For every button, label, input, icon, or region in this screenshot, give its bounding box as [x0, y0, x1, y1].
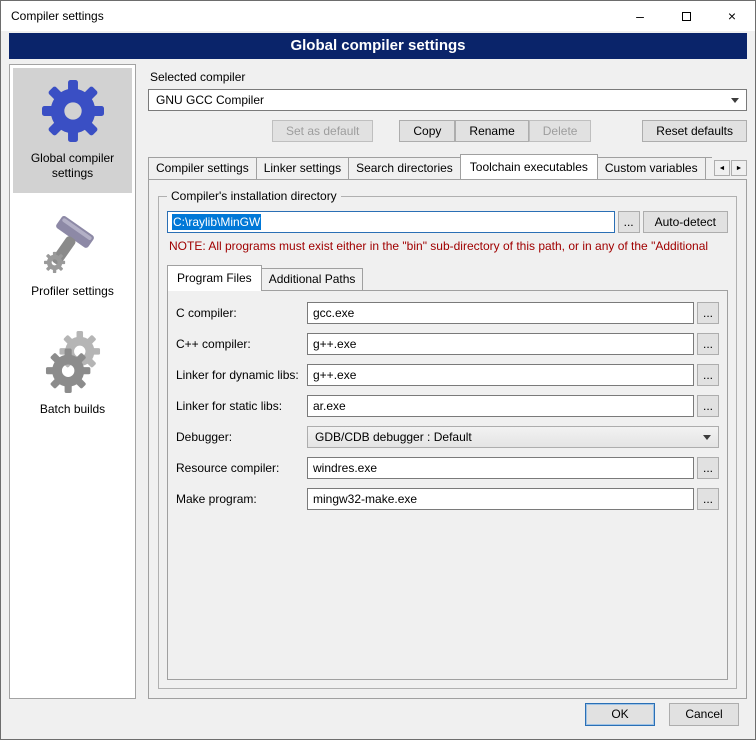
tab-linker-settings[interactable]: Linker settings: [256, 157, 349, 179]
maximize-icon: [682, 12, 691, 21]
maximize-button[interactable]: [663, 1, 709, 31]
minimize-button[interactable]: –: [617, 1, 663, 31]
debugger-label: Debugger:: [176, 430, 307, 444]
sidebar-item-global-compiler-settings[interactable]: Global compiler settings: [13, 68, 132, 193]
caption-buttons: – ×: [617, 1, 755, 31]
tab-build-options[interactable]: Buil: [705, 157, 712, 179]
chevron-down-icon: [731, 98, 739, 103]
program-files-tabstrip: Program Files Additional Paths: [167, 265, 728, 290]
tab-scroll-arrows: ◄ ►: [714, 160, 747, 176]
form-row-static-linker: Linker for static libs: ...: [176, 395, 719, 417]
resource-compiler-label: Resource compiler:: [176, 461, 307, 475]
c-compiler-input[interactable]: [307, 302, 694, 324]
sidebar-item-label: Global compiler settings: [17, 151, 128, 181]
form-row-debugger: Debugger: GDB/CDB debugger : Default: [176, 426, 719, 448]
make-program-browse-button[interactable]: ...: [697, 488, 719, 510]
tab-additional-paths[interactable]: Additional Paths: [261, 268, 364, 290]
form-row-resource-compiler: Resource compiler: ...: [176, 457, 719, 479]
title-bar: Compiler settings – ×: [1, 1, 755, 31]
installation-directory-value: C:\raylib\MinGW: [172, 214, 261, 230]
dialog-content: Global compiler settings Profiler settin…: [1, 64, 755, 699]
cpp-compiler-input[interactable]: [307, 333, 694, 355]
bin-subdirectory-note: NOTE: All programs must exist either in …: [169, 239, 728, 253]
compiler-action-buttons: Set as default Copy Rename Delete Reset …: [148, 120, 747, 142]
gray-gears-icon: [42, 331, 104, 393]
close-button[interactable]: ×: [709, 1, 755, 31]
tab-scroll-left-button[interactable]: ◄: [714, 160, 730, 176]
settings-category-sidebar: Global compiler settings Profiler settin…: [9, 64, 136, 699]
dynamic-linker-browse-button[interactable]: ...: [697, 364, 719, 386]
set-as-default-button: Set as default: [272, 120, 373, 142]
program-files-panel: C compiler: ... C++ compiler: ... Linker…: [167, 290, 728, 680]
static-linker-label: Linker for static libs:: [176, 399, 307, 413]
form-row-c-compiler: C compiler: ...: [176, 302, 719, 324]
compiler-select[interactable]: GNU GCC Compiler: [148, 89, 747, 111]
installation-directory-group-title: Compiler's installation directory: [167, 189, 341, 203]
tabs-scroll-area: Compiler settings Linker settings Search…: [148, 154, 712, 179]
hammer-icon: [42, 213, 104, 275]
auto-detect-button[interactable]: Auto-detect: [643, 211, 728, 233]
blue-gear-icon: [42, 80, 104, 142]
cpp-compiler-browse-button[interactable]: ...: [697, 333, 719, 355]
main-panel: Selected compiler GNU GCC Compiler Set a…: [146, 64, 747, 699]
dynamic-linker-input[interactable]: [307, 364, 694, 386]
dynamic-linker-label: Linker for dynamic libs:: [176, 368, 307, 382]
ok-button[interactable]: OK: [585, 703, 655, 726]
settings-tabstrip: Compiler settings Linker settings Search…: [148, 154, 747, 179]
browse-directory-button[interactable]: ...: [618, 211, 640, 233]
tab-custom-variables[interactable]: Custom variables: [597, 157, 706, 179]
tab-scroll-right-button[interactable]: ►: [731, 160, 747, 176]
dialog-footer: OK Cancel: [1, 699, 755, 739]
cpp-compiler-label: C++ compiler:: [176, 337, 307, 351]
tab-program-files[interactable]: Program Files: [167, 265, 262, 291]
tab-toolchain-executables[interactable]: Toolchain executables: [460, 154, 598, 179]
resource-compiler-input[interactable]: [307, 457, 694, 479]
installation-directory-row: C:\raylib\MinGW ... Auto-detect: [167, 211, 728, 233]
installation-directory-groupbox: Compiler's installation directory C:\ray…: [158, 196, 737, 689]
reset-defaults-button[interactable]: Reset defaults: [642, 120, 747, 142]
c-compiler-browse-button[interactable]: ...: [697, 302, 719, 324]
tab-search-directories[interactable]: Search directories: [348, 157, 461, 179]
make-program-label: Make program:: [176, 492, 307, 506]
static-linker-browse-button[interactable]: ...: [697, 395, 719, 417]
sidebar-item-label: Profiler settings: [31, 284, 114, 299]
static-linker-input[interactable]: [307, 395, 694, 417]
compiler-select-value: GNU GCC Compiler: [156, 93, 264, 107]
resource-compiler-browse-button[interactable]: ...: [697, 457, 719, 479]
dialog-banner: Global compiler settings: [9, 33, 747, 59]
form-row-cpp-compiler: C++ compiler: ...: [176, 333, 719, 355]
tab-compiler-settings[interactable]: Compiler settings: [148, 157, 257, 179]
debugger-select[interactable]: GDB/CDB debugger : Default: [307, 426, 719, 448]
form-row-make-program: Make program: ...: [176, 488, 719, 510]
delete-button: Delete: [529, 120, 592, 142]
window-title: Compiler settings: [11, 9, 104, 23]
toolchain-executables-panel: Compiler's installation directory C:\ray…: [148, 179, 747, 699]
sidebar-item-label: Batch builds: [40, 402, 105, 417]
sidebar-item-batch-builds[interactable]: Batch builds: [13, 319, 132, 429]
copy-button[interactable]: Copy: [399, 120, 455, 142]
cancel-button[interactable]: Cancel: [669, 703, 739, 726]
make-program-input[interactable]: [307, 488, 694, 510]
selected-compiler-label: Selected compiler: [150, 70, 747, 84]
rename-button[interactable]: Rename: [455, 120, 528, 142]
installation-directory-input[interactable]: C:\raylib\MinGW: [167, 211, 615, 233]
sidebar-item-profiler-settings[interactable]: Profiler settings: [13, 201, 132, 311]
chevron-down-icon: [703, 435, 711, 440]
c-compiler-label: C compiler:: [176, 306, 307, 320]
form-row-dynamic-linker: Linker for dynamic libs: ...: [176, 364, 719, 386]
debugger-select-value: GDB/CDB debugger : Default: [315, 430, 472, 444]
